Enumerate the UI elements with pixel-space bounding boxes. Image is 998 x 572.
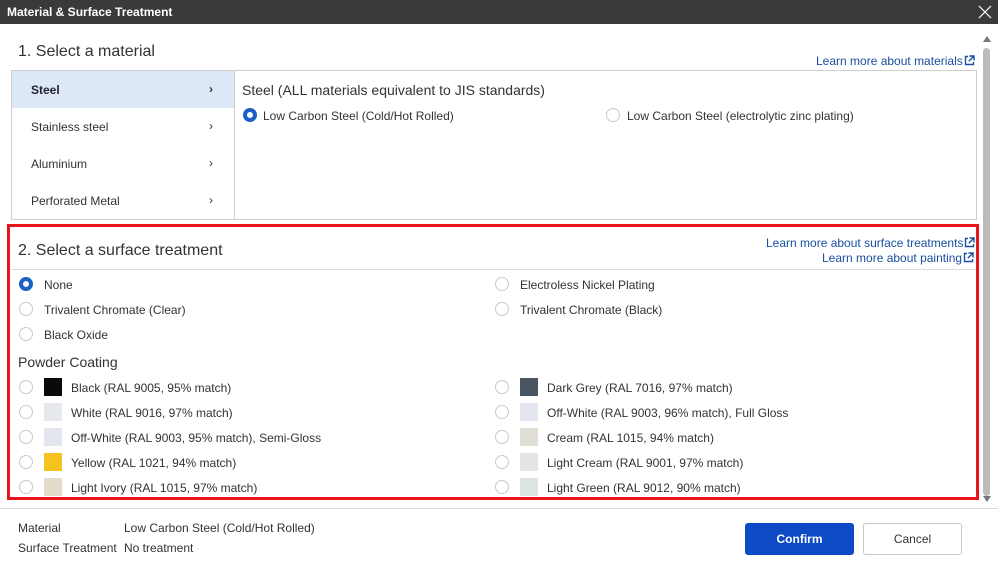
surface-section-title: 2. Select a surface treatment bbox=[18, 242, 223, 259]
powder-radio-yellow[interactable] bbox=[19, 455, 33, 469]
dialog-title: Material & Surface Treatment bbox=[7, 5, 173, 19]
powder-option-label: Light Green (RAL 9012, 90% match) bbox=[547, 481, 741, 495]
summary-surface-key: Surface Treatment bbox=[18, 541, 117, 555]
material-option-label: Low Carbon Steel (Cold/Hot Rolled) bbox=[263, 109, 454, 123]
scroll-up-arrow-icon[interactable] bbox=[983, 36, 991, 42]
color-swatch bbox=[44, 378, 62, 396]
material-option-radio-zinc-plating[interactable] bbox=[606, 108, 620, 122]
powder-coating-heading: Powder Coating bbox=[18, 354, 118, 370]
color-swatch bbox=[44, 478, 62, 496]
surface-radio-none[interactable] bbox=[19, 277, 33, 291]
color-swatch bbox=[520, 478, 538, 496]
color-swatch bbox=[520, 403, 538, 421]
material-item-steel[interactable]: Steel › bbox=[12, 71, 234, 108]
material-selector: Steel › Stainless steel › Aluminium › Pe… bbox=[11, 70, 977, 220]
material-item-label: Steel bbox=[31, 83, 60, 97]
material-item-label: Stainless steel bbox=[31, 120, 109, 134]
surface-option-label: None bbox=[44, 278, 73, 292]
material-item-label: Aluminium bbox=[31, 157, 88, 171]
learn-more-treatments-link[interactable]: Learn more about surface treatments bbox=[766, 236, 976, 250]
dialog-content: 1. Select a material Learn more about ma… bbox=[0, 24, 998, 508]
cancel-button[interactable]: Cancel bbox=[863, 523, 962, 555]
learn-more-materials-link[interactable]: Learn more about materials bbox=[816, 54, 975, 68]
external-link-icon bbox=[964, 55, 975, 66]
close-icon[interactable] bbox=[974, 2, 994, 22]
material-item-label: Perforated Metal bbox=[31, 194, 120, 208]
scroll-down-arrow-icon[interactable] bbox=[983, 496, 991, 502]
chevron-right-icon: › bbox=[209, 82, 213, 96]
material-item-stainless-steel[interactable]: Stainless steel › bbox=[12, 108, 234, 145]
scroll-thumb[interactable] bbox=[983, 48, 990, 496]
material-option-label: Low Carbon Steel (electrolytic zinc plat… bbox=[627, 109, 854, 123]
surface-option-label: Trivalent Chromate (Clear) bbox=[44, 303, 186, 317]
learn-more-painting-link[interactable]: Learn more about painting bbox=[822, 251, 974, 265]
dialog-titlebar: Material & Surface Treatment bbox=[0, 0, 998, 24]
vertical-scrollbar[interactable] bbox=[982, 36, 992, 502]
powder-radio-off-white-semi-gloss[interactable] bbox=[19, 430, 33, 444]
powder-radio-light-cream[interactable] bbox=[495, 455, 509, 469]
material-section-title: 1. Select a material bbox=[18, 43, 155, 60]
external-link-icon bbox=[963, 252, 974, 263]
powder-option-label: Light Ivory (RAL 1015, 97% match) bbox=[71, 481, 258, 495]
powder-radio-off-white-full-gloss[interactable] bbox=[495, 405, 509, 419]
material-surface-dialog: Material & Surface Treatment 1. Select a… bbox=[0, 0, 998, 572]
powder-option-label: Off-White (RAL 9003, 96% match), Full Gl… bbox=[547, 406, 789, 420]
chevron-right-icon: › bbox=[209, 156, 213, 170]
surface-radio-chromate-clear[interactable] bbox=[19, 302, 33, 316]
powder-radio-white[interactable] bbox=[19, 405, 33, 419]
color-swatch bbox=[520, 428, 538, 446]
powder-option-label: Cream (RAL 1015, 94% match) bbox=[547, 431, 714, 445]
summary-surface-value: No treatment bbox=[124, 541, 194, 555]
surface-option-label: Trivalent Chromate (Black) bbox=[520, 303, 663, 317]
powder-radio-light-ivory[interactable] bbox=[19, 480, 33, 494]
learn-more-materials-label: Learn more about materials bbox=[816, 54, 963, 68]
color-swatch bbox=[44, 428, 62, 446]
chevron-right-icon: › bbox=[209, 193, 213, 207]
summary-material-value: Low Carbon Steel (Cold/Hot Rolled) bbox=[124, 521, 315, 535]
surface-option-label: Electroless Nickel Plating bbox=[520, 278, 655, 292]
powder-option-label: Light Cream (RAL 9001, 97% match) bbox=[547, 456, 744, 470]
confirm-button[interactable]: Confirm bbox=[745, 523, 854, 555]
color-swatch bbox=[44, 403, 62, 421]
surface-radio-electroless-nickel[interactable] bbox=[495, 277, 509, 291]
powder-option-label: Black (RAL 9005, 95% match) bbox=[71, 381, 232, 395]
surface-radio-black-oxide[interactable] bbox=[19, 327, 33, 341]
dialog-footer: Material Low Carbon Steel (Cold/Hot Roll… bbox=[0, 508, 998, 572]
powder-option-label: Yellow (RAL 1021, 94% match) bbox=[71, 456, 237, 470]
powder-radio-cream[interactable] bbox=[495, 430, 509, 444]
color-swatch bbox=[520, 378, 538, 396]
learn-more-treatments-label: Learn more about surface treatments bbox=[766, 236, 964, 250]
powder-option-label: Dark Grey (RAL 7016, 97% match) bbox=[547, 381, 733, 395]
material-option-radio-cold-hot-rolled[interactable] bbox=[243, 108, 257, 122]
surface-divider bbox=[11, 269, 977, 270]
material-category-list: Steel › Stainless steel › Aluminium › Pe… bbox=[12, 71, 235, 219]
external-link-icon bbox=[965, 237, 976, 248]
surface-option-label: Black Oxide bbox=[44, 328, 109, 342]
color-swatch bbox=[520, 453, 538, 471]
powder-radio-black[interactable] bbox=[19, 380, 33, 394]
powder-radio-dark-grey[interactable] bbox=[495, 380, 509, 394]
color-swatch bbox=[44, 453, 62, 471]
material-detail-title: Steel (ALL materials equivalent to JIS s… bbox=[242, 82, 545, 98]
learn-more-painting-label: Learn more about painting bbox=[822, 251, 963, 265]
surface-radio-chromate-black[interactable] bbox=[495, 302, 509, 316]
material-item-aluminium[interactable]: Aluminium › bbox=[12, 145, 234, 182]
summary-material-key: Material bbox=[18, 521, 61, 535]
chevron-right-icon: › bbox=[209, 119, 213, 133]
powder-radio-light-green[interactable] bbox=[495, 480, 509, 494]
powder-option-label: White (RAL 9016, 97% match) bbox=[71, 406, 233, 420]
material-item-perforated-metal[interactable]: Perforated Metal › bbox=[12, 182, 234, 219]
powder-option-label: Off-White (RAL 9003, 95% match), Semi-Gl… bbox=[71, 431, 322, 445]
